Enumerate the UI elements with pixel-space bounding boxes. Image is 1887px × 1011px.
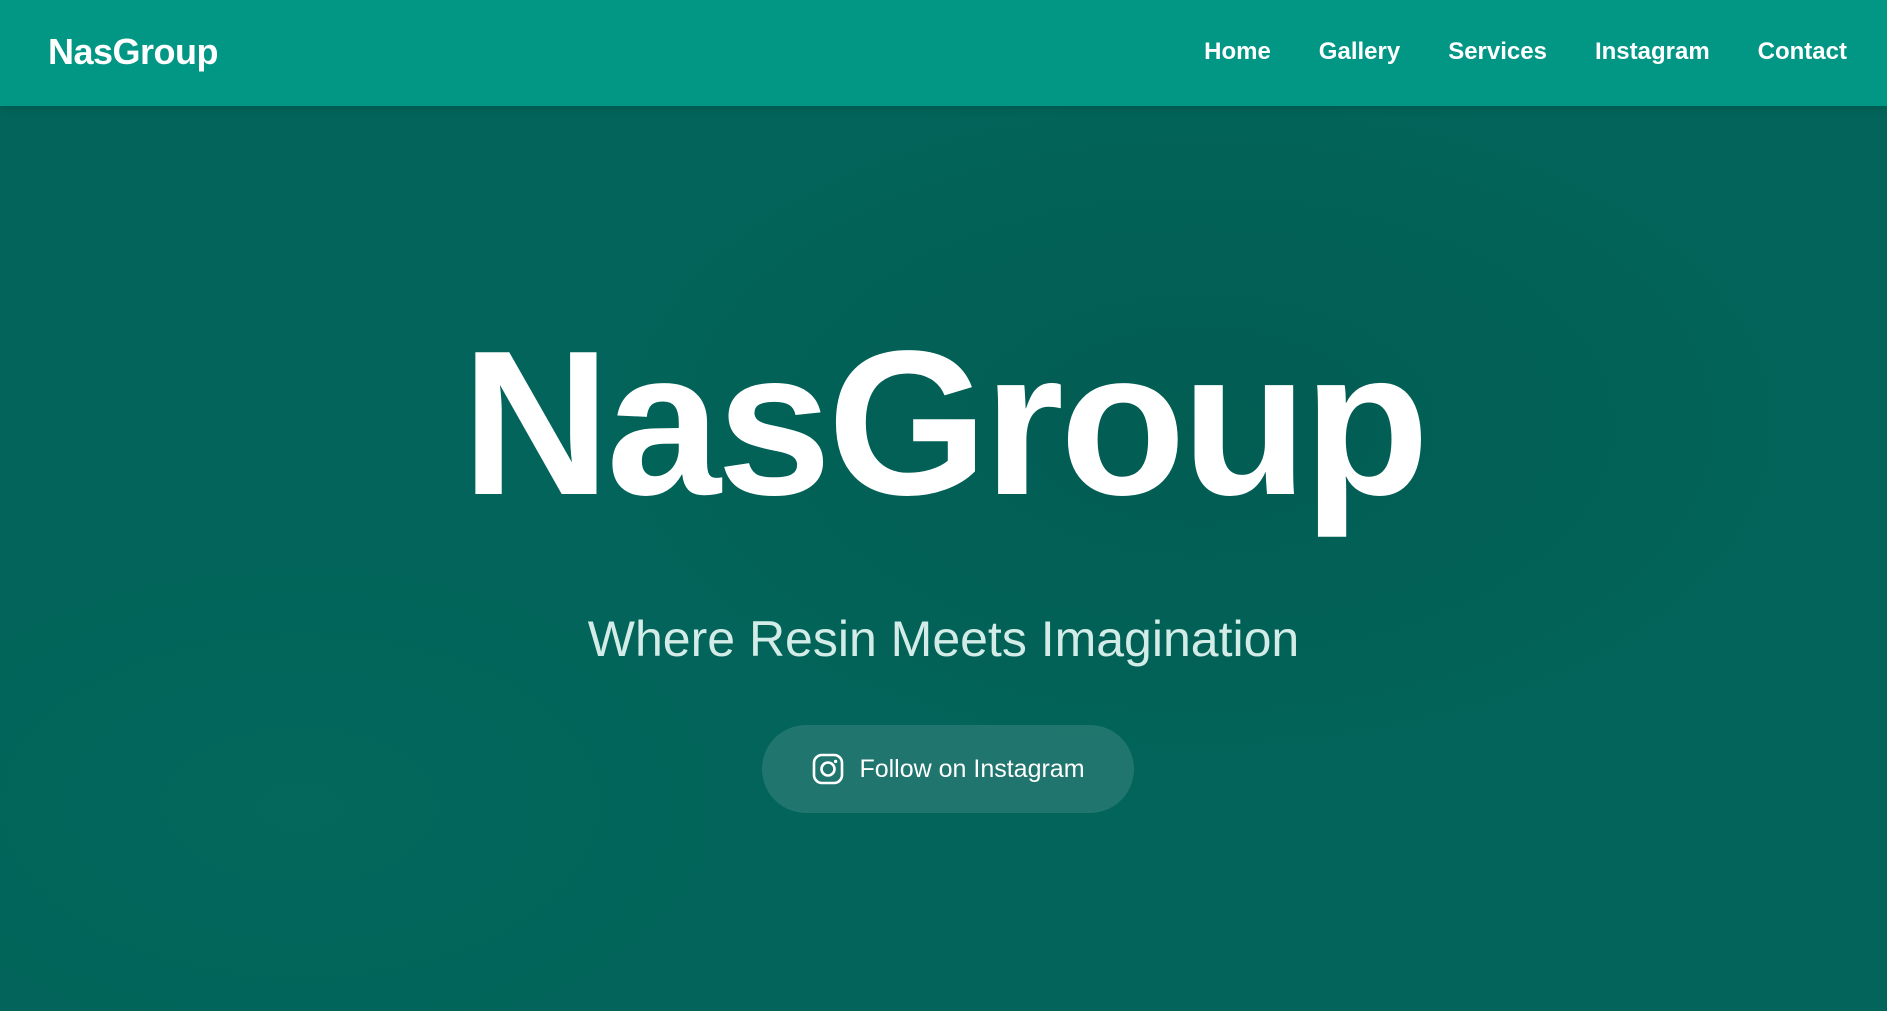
nav-link-services[interactable]: Services	[1448, 36, 1547, 68]
main-nav: Home Gallery Services Instagram Contact	[1204, 36, 1847, 68]
instagram-icon	[811, 752, 845, 786]
top-navbar: NasGroup Home Gallery Services Instagram…	[0, 0, 1887, 106]
nav-link-instagram[interactable]: Instagram	[1595, 36, 1710, 68]
hero-tagline: Where Resin Meets Imagination	[587, 611, 1300, 667]
nav-link-home[interactable]: Home	[1204, 36, 1271, 68]
brand-logo-link[interactable]: NasGroup	[48, 30, 219, 74]
hero-title: NasGroup	[461, 308, 1430, 538]
follow-instagram-button[interactable]: Follow on Instagram	[762, 725, 1134, 813]
nav-link-gallery[interactable]: Gallery	[1319, 36, 1400, 68]
nav-link-contact[interactable]: Contact	[1758, 36, 1847, 68]
hero-section: NasGroup Where Resin Meets Imagination F…	[0, 106, 1887, 1011]
follow-instagram-label: Follow on Instagram	[859, 755, 1085, 783]
